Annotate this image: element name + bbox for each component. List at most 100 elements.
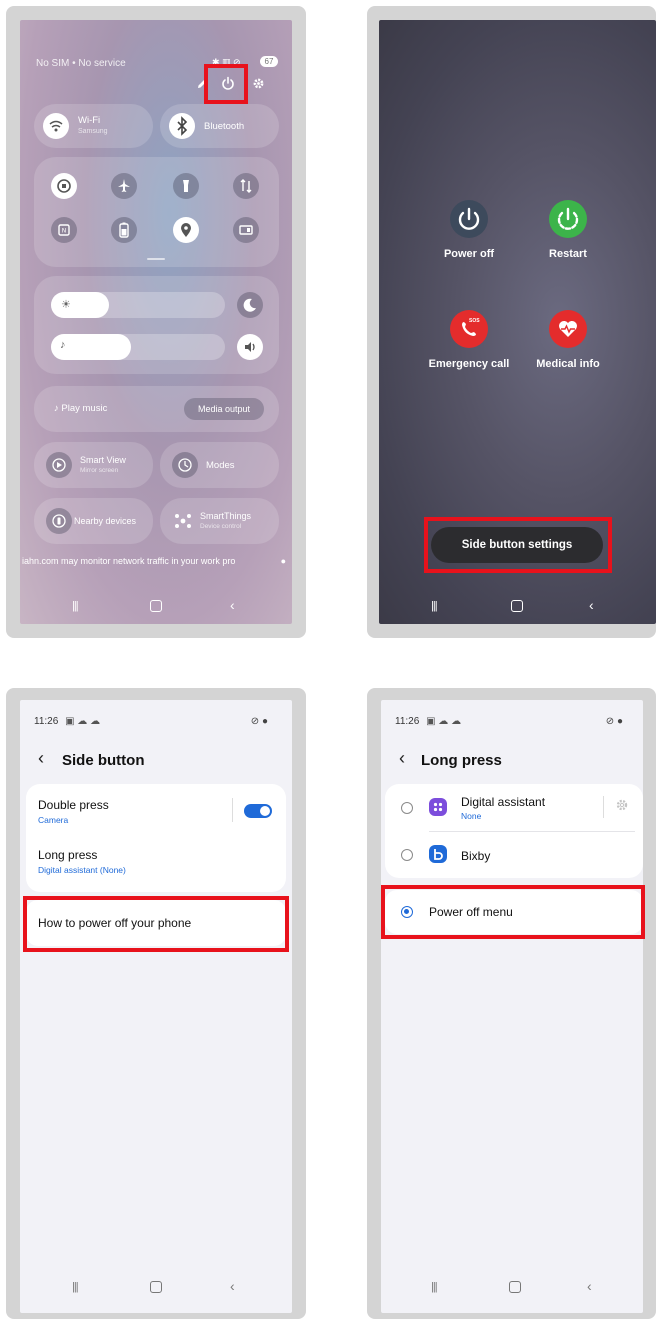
status-bar: 11:26 ▣ ☁ ☁ ⊘ ● xyxy=(395,716,629,730)
smartthings-sub: Device control xyxy=(200,523,242,530)
sun-icon: ☀ xyxy=(61,299,71,311)
highlight-power-icon xyxy=(204,64,248,104)
flashlight-icon[interactable] xyxy=(173,173,199,199)
quick-panel-screen: No SIM • No service ✱ ▥ ⊘ 67 Wi-Fi Samsu… xyxy=(20,20,292,624)
navigation-bar: ||| ‹ xyxy=(381,1278,643,1299)
long-press-screen: 11:26 ▣ ☁ ☁ ⊘ ● ‹ Long press Digital ass… xyxy=(381,700,643,1313)
brightness-slider[interactable]: ☀ xyxy=(51,292,225,318)
bixby-icon xyxy=(429,845,447,863)
play-music-button[interactable]: ♪ Play music xyxy=(54,403,107,414)
recents-icon[interactable]: ||| xyxy=(431,600,438,612)
status-battery-icon: ⊘ ● xyxy=(605,716,623,727)
status-notification-icons: ▣ ☁ ☁ xyxy=(426,716,462,727)
navigation-bar: ||| ‹ xyxy=(379,597,656,618)
navigation-bar: ||| ‹ xyxy=(20,597,292,618)
gear-icon[interactable] xyxy=(252,77,265,90)
nearby-devices-label: Nearby devices xyxy=(74,516,137,526)
wifi-label: Wi-Fi xyxy=(78,115,101,126)
restart-icon xyxy=(549,200,587,238)
modes-tile[interactable]: Modes xyxy=(160,442,279,488)
location-icon[interactable] xyxy=(173,217,199,243)
cast-icon[interactable] xyxy=(233,217,259,243)
back-arrow-icon[interactable]: ‹ xyxy=(38,748,44,768)
battery-saver-icon[interactable] xyxy=(111,217,137,243)
smart-view-icon xyxy=(46,452,72,478)
svg-text:N: N xyxy=(62,228,67,235)
long-press-label: Long press xyxy=(38,848,98,862)
power-off-icon xyxy=(450,200,488,238)
assistant-settings-gear-icon[interactable] xyxy=(615,798,629,812)
auto-rotate-icon[interactable] xyxy=(51,173,77,199)
back-icon[interactable]: ‹ xyxy=(587,1278,592,1294)
press-options-card: Double press Camera Long press Digital a… xyxy=(26,784,286,892)
work-profile-notice[interactable]: iahn.com may monitor network traffic in … xyxy=(22,556,290,566)
home-icon[interactable] xyxy=(511,600,523,612)
smartthings-tile[interactable]: SmartThings Device control xyxy=(160,498,279,544)
modes-label: Modes xyxy=(206,460,235,471)
back-arrow-icon[interactable]: ‹ xyxy=(399,748,405,768)
status-bar: 11:26 ▣ ☁ ☁ ⊘ ● xyxy=(34,716,278,730)
assistant-divider xyxy=(603,796,604,818)
double-press-toggle[interactable] xyxy=(244,804,272,818)
recents-icon[interactable]: ||| xyxy=(72,600,79,612)
data-transfer-icon[interactable] xyxy=(233,173,259,199)
digital-assistant-label: Digital assistant xyxy=(461,795,546,809)
option-digital-assistant[interactable]: Digital assistant None xyxy=(385,784,643,830)
dark-mode-icon[interactable] xyxy=(237,292,263,318)
medical-info-label: Medical info xyxy=(536,358,600,370)
radio-digital-assistant[interactable] xyxy=(401,802,413,814)
nearby-devices-icon xyxy=(46,508,72,534)
navigation-bar: ||| ‹ xyxy=(20,1278,292,1299)
double-press-row[interactable]: Double press Camera xyxy=(26,784,286,838)
emergency-call-button[interactable]: SOS Emergency call xyxy=(415,310,523,370)
medical-info-button[interactable]: Medical info xyxy=(518,310,618,370)
smart-view-sub: Mirror screen xyxy=(80,467,119,474)
back-icon[interactable]: ‹ xyxy=(589,597,594,613)
home-icon[interactable] xyxy=(150,600,162,612)
assistant-options-card: Digital assistant None Bixby xyxy=(385,784,643,878)
media-tile: ♪ Play music Media output xyxy=(34,386,279,432)
emergency-call-icon: SOS xyxy=(450,310,488,348)
status-notification-icons: ▣ ☁ ☁ xyxy=(65,716,101,727)
recents-icon[interactable]: ||| xyxy=(431,1281,438,1293)
quick-toggle-grid: N xyxy=(34,157,279,267)
nearby-devices-tile[interactable]: Nearby devices xyxy=(34,498,153,544)
page-title: Long press xyxy=(421,752,502,769)
emergency-call-label: Emergency call xyxy=(428,358,510,370)
power-off-button[interactable]: Power off xyxy=(419,200,519,260)
bluetooth-label: Bluetooth xyxy=(204,121,245,132)
option-bixby[interactable]: Bixby xyxy=(385,832,643,878)
recents-icon[interactable]: ||| xyxy=(72,1281,79,1293)
bixby-label: Bixby xyxy=(461,849,491,863)
bluetooth-tile[interactable]: Bluetooth xyxy=(160,104,279,148)
long-press-row[interactable]: Long press Digital assistant (None) xyxy=(26,838,286,892)
side-button-screen: 11:26 ▣ ☁ ☁ ⊘ ● ‹ Side button Double pre… xyxy=(20,700,292,1313)
airplane-icon[interactable] xyxy=(111,173,137,199)
highlight-power-off-menu xyxy=(381,885,645,939)
media-output-button[interactable]: Media output xyxy=(184,398,264,420)
sound-icon[interactable] xyxy=(237,334,263,360)
back-icon[interactable]: ‹ xyxy=(230,1278,235,1294)
sos-badge: SOS xyxy=(469,318,480,324)
highlight-side-button-settings xyxy=(424,517,612,573)
wifi-network: Samsung xyxy=(78,128,108,135)
medical-info-icon xyxy=(549,310,587,348)
wifi-tile[interactable]: Wi-Fi Samsung xyxy=(34,104,153,148)
volume-slider[interactable]: ♪ xyxy=(51,334,225,360)
status-text: No SIM • No service xyxy=(36,58,126,69)
nfc-icon[interactable]: N xyxy=(51,217,77,243)
smartthings-label: SmartThings xyxy=(200,511,252,521)
page-title: Side button xyxy=(62,752,145,769)
music-note-icon: ♪ xyxy=(60,339,66,351)
restart-button[interactable]: Restart xyxy=(518,200,618,260)
smart-view-tile[interactable]: Smart View Mirror screen xyxy=(34,442,153,488)
wifi-icon xyxy=(43,113,69,139)
radio-bixby[interactable] xyxy=(401,849,413,861)
back-icon[interactable]: ‹ xyxy=(230,597,235,613)
digital-assistant-sub: None xyxy=(461,811,482,821)
home-icon[interactable] xyxy=(509,1281,521,1293)
status-time: 11:26 xyxy=(395,716,420,727)
home-icon[interactable] xyxy=(150,1281,162,1293)
double-press-sub: Camera xyxy=(38,815,69,825)
status-battery-icon: ⊘ ● xyxy=(250,716,268,727)
